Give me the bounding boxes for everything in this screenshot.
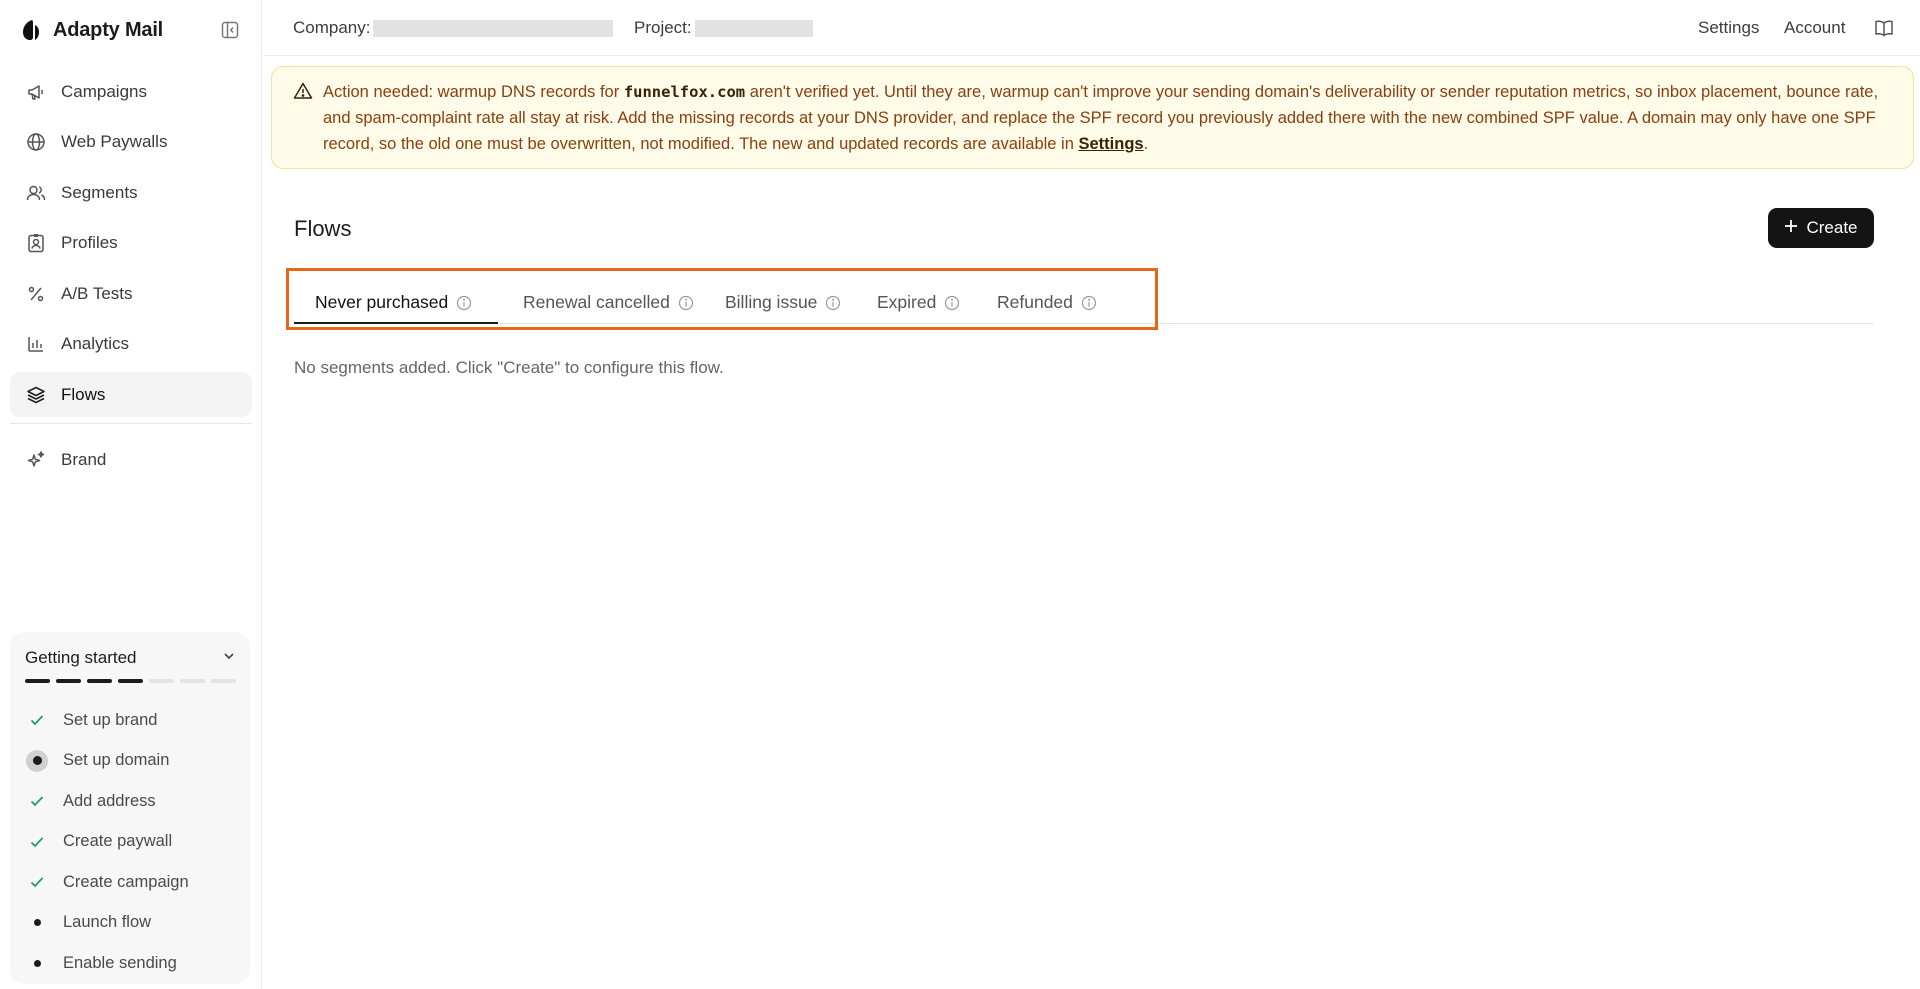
sidebar-item-label: Profiles	[61, 233, 118, 252]
page-title: Flows	[294, 216, 352, 241]
company-label: Company:	[293, 18, 371, 37]
app-name: Adapty Mail	[53, 18, 164, 41]
sidebar-item-label: Web Paywalls	[61, 132, 168, 151]
bullet-icon	[25, 951, 49, 975]
gs-item-enable-sending[interactable]: Enable sending	[25, 943, 240, 984]
sparkles-icon	[25, 449, 47, 471]
globe-icon	[25, 131, 47, 153]
check-icon	[25, 708, 49, 732]
project-name-redacted	[694, 19, 813, 37]
check-icon	[25, 789, 49, 813]
sidebar-item-segments[interactable]: Segments	[10, 170, 252, 215]
collapse-sidebar-icon[interactable]	[220, 20, 240, 40]
project-selector[interactable]: Project:	[634, 18, 813, 38]
sidebar-nav: Campaigns Web Paywalls Segments Profiles…	[10, 69, 252, 488]
percent-icon	[25, 283, 47, 305]
sidebar: Adapty Mail Campaigns Web Paywalls Segme…	[0, 0, 262, 989]
check-icon	[25, 870, 49, 894]
bar-chart-icon	[25, 333, 47, 355]
banner-settings-link[interactable]: Settings	[1078, 135, 1143, 153]
id-card-icon	[25, 232, 47, 254]
progress-segment	[211, 679, 236, 683]
sidebar-item-label: A/B Tests	[61, 283, 133, 303]
settings-link[interactable]: Settings	[1698, 18, 1759, 38]
banner-domain: funnelfox.com	[623, 83, 746, 101]
check-icon	[25, 830, 49, 854]
project-label: Project:	[634, 18, 692, 37]
gs-item-create-paywall[interactable]: Create paywall	[25, 822, 240, 863]
top-bar: Company: Project: Settings Account	[263, 0, 1920, 56]
sidebar-item-label: Analytics	[61, 334, 130, 353]
layers-icon	[25, 384, 47, 406]
empty-state-message: No segments added. Click "Create" to con…	[294, 358, 724, 377]
company-name-redacted	[373, 19, 614, 37]
gs-item-create-campaign[interactable]: Create campaign	[25, 862, 240, 903]
sidebar-item-label: Segments	[61, 182, 138, 202]
create-button[interactable]: Create	[1768, 208, 1874, 248]
current-step-icon	[25, 749, 49, 773]
gs-item-set-up-domain[interactable]: Set up domain	[25, 741, 240, 782]
progress-segment	[149, 679, 174, 683]
chevron-down-icon	[221, 648, 237, 669]
getting-started-progress	[25, 679, 236, 683]
sidebar-item-label: Campaigns	[61, 81, 147, 101]
sidebar-item-analytics[interactable]: Analytics	[10, 322, 252, 367]
banner-text-end: .	[1143, 135, 1149, 153]
getting-started-panel: Getting started Set up brand Set up doma…	[10, 632, 250, 984]
gs-item-label: Create campaign	[63, 872, 189, 891]
gs-item-label: Set up brand	[63, 710, 158, 729]
sidebar-item-web-paywalls[interactable]: Web Paywalls	[10, 120, 252, 165]
tabs-highlight-box	[286, 268, 1158, 330]
sidebar-item-label: Brand	[61, 450, 107, 469]
progress-segment	[118, 679, 143, 683]
dns-warning-banner: Action needed: warmup DNS records for fu…	[271, 66, 1914, 169]
gs-item-add-address[interactable]: Add address	[25, 781, 240, 822]
sidebar-item-profiles[interactable]: Profiles	[10, 221, 252, 266]
megaphone-icon	[25, 81, 47, 103]
warning-triangle-icon	[293, 81, 313, 101]
sidebar-item-ab-tests[interactable]: A/B Tests	[10, 271, 252, 316]
gs-item-label: Set up domain	[63, 751, 170, 770]
gs-item-label: Enable sending	[63, 953, 177, 972]
sidebar-divider	[10, 422, 252, 424]
gs-item-label: Create paywall	[63, 832, 173, 851]
banner-message: Action needed: warmup DNS records for fu…	[323, 79, 1898, 157]
users-icon	[25, 182, 47, 204]
gs-item-label: Add address	[63, 791, 156, 810]
create-button-label: Create	[1806, 218, 1858, 237]
plus-icon	[1784, 218, 1798, 238]
bullet-icon	[25, 911, 49, 935]
getting-started-title: Getting started	[25, 648, 137, 667]
company-selector[interactable]: Company:	[293, 18, 614, 38]
progress-segment	[56, 679, 81, 683]
sidebar-item-brand[interactable]: Brand	[10, 438, 252, 483]
gs-item-launch-flow[interactable]: Launch flow	[25, 903, 240, 944]
progress-segment	[87, 679, 112, 683]
progress-segment	[25, 679, 50, 683]
gs-item-set-up-brand[interactable]: Set up brand	[25, 700, 240, 741]
adapty-logo-icon	[22, 19, 40, 41]
progress-segment	[180, 679, 205, 683]
gs-item-label: Launch flow	[63, 913, 152, 932]
brand-header: Adapty Mail	[22, 17, 244, 43]
sidebar-item-flows[interactable]: Flows	[10, 372, 252, 417]
sidebar-item-campaigns[interactable]: Campaigns	[10, 69, 252, 114]
sidebar-item-label: Flows	[61, 384, 106, 404]
getting-started-header[interactable]: Getting started	[25, 646, 237, 670]
banner-text-before: Action needed: warmup DNS records for	[323, 83, 624, 101]
account-link[interactable]: Account	[1784, 18, 1845, 38]
getting-started-list: Set up brand Set up domain Add address C…	[25, 700, 240, 984]
book-icon[interactable]	[1872, 16, 1896, 40]
